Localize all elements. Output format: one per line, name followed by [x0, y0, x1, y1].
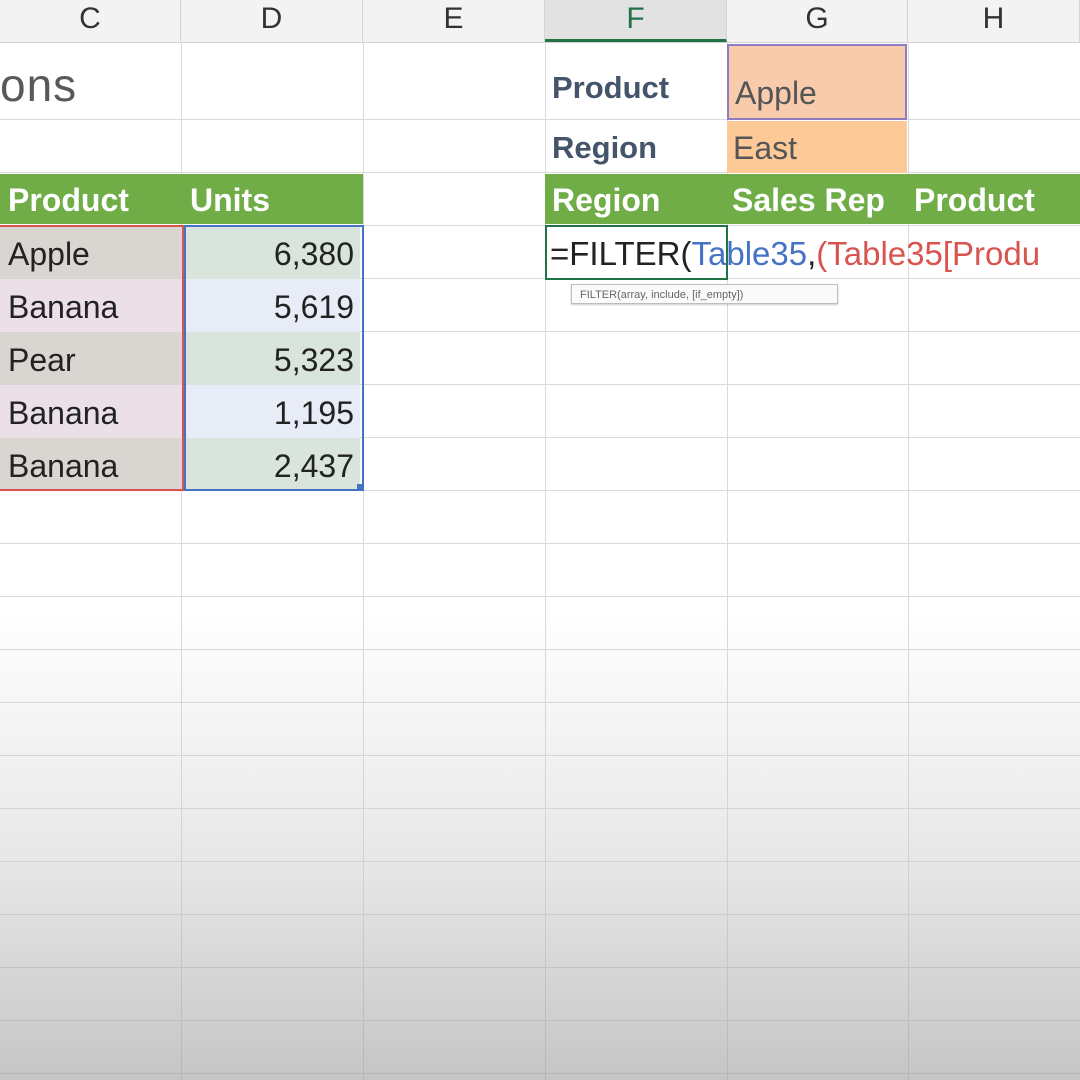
column-header-c[interactable]: C — [0, 0, 181, 42]
formula-array-ref: Table35 — [691, 235, 808, 272]
formula-comma: , — [807, 235, 817, 272]
reference-range-units — [184, 225, 364, 491]
column-header-e[interactable]: E — [363, 0, 545, 42]
result-header-product[interactable]: Product — [914, 174, 1035, 226]
formula-function: =FILTER( — [550, 235, 692, 272]
column-header-h[interactable]: H — [908, 0, 1080, 42]
column-header-d[interactable]: D — [181, 0, 363, 42]
reference-range-product — [0, 225, 184, 491]
column-header-f[interactable]: F — [545, 0, 727, 42]
column-header-bar: C D E F G H — [0, 0, 1080, 43]
formula-input[interactable]: =FILTER(Table35,(Table35[Produ — [550, 232, 1040, 276]
result-header-sales-rep[interactable]: Sales Rep — [732, 174, 885, 226]
criteria-region-input[interactable]: East — [727, 121, 907, 173]
range-resize-handle[interactable] — [357, 484, 363, 490]
criteria-product-label: Product — [552, 70, 670, 105]
column-header-g[interactable]: G — [727, 0, 908, 42]
sheet-title: ons — [0, 59, 78, 111]
source-header-units[interactable]: Units — [182, 174, 363, 224]
function-tooltip: FILTER(array, include, [if_empty]) — [571, 284, 838, 304]
criteria-product-input[interactable]: Apple — [727, 44, 907, 120]
result-header-bar: Region Sales Rep Product — [545, 174, 1080, 224]
bottom-shading — [0, 610, 1080, 1080]
formula-include-ref: (Table35[Produ — [816, 235, 1041, 272]
criteria-region-label: Region — [552, 130, 658, 165]
source-header-product[interactable]: Product — [0, 174, 182, 224]
result-header-region[interactable]: Region — [552, 174, 660, 226]
